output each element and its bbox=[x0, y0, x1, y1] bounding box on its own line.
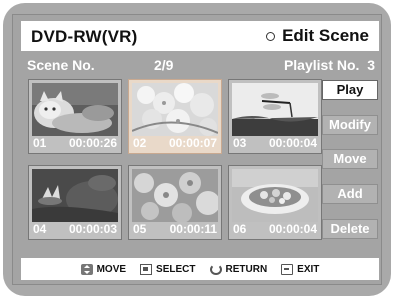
device-label: DVD-RW(VR) bbox=[31, 27, 138, 46]
thumbnail-image bbox=[32, 169, 118, 222]
scene-thumbnail[interactable]: 06 00:00:04 bbox=[228, 165, 322, 240]
exit-hint-label: EXIT bbox=[297, 263, 320, 275]
scene-thumbnail-selected[interactable]: 02 00:00:07 bbox=[128, 79, 222, 154]
scene-thumbnail[interactable]: 03 00:00:04 bbox=[228, 79, 322, 154]
scene-time: 00:00:26 bbox=[68, 136, 117, 150]
info-bar: Scene No. 2/9 Playlist No. 3 bbox=[21, 56, 379, 74]
add-button[interactable]: Add bbox=[322, 184, 378, 204]
scene-index: 02 bbox=[133, 136, 147, 150]
thumbnail-image bbox=[132, 83, 218, 136]
scene-thumbnail[interactable]: 04 00:00:03 bbox=[28, 165, 122, 240]
exit-icon bbox=[281, 263, 294, 275]
scene-thumbnail[interactable]: 05 00:00:11 bbox=[128, 165, 222, 240]
title-bar: DVD-RW(VR) Edit Scene bbox=[21, 21, 379, 51]
blossom-image bbox=[132, 83, 218, 136]
move-button[interactable]: Move bbox=[322, 149, 378, 169]
scene-index: 01 bbox=[33, 136, 47, 150]
select-hint-label: SELECT bbox=[156, 263, 196, 275]
delete-button[interactable]: Delete bbox=[322, 219, 378, 239]
thumbnail-image bbox=[32, 83, 118, 136]
move-hint: MOVE bbox=[80, 263, 127, 275]
play-button[interactable]: Play bbox=[322, 80, 378, 100]
circle-icon bbox=[266, 31, 276, 41]
scene-index: 03 bbox=[233, 136, 247, 150]
scene-index: 04 bbox=[33, 222, 47, 236]
dish-image bbox=[232, 169, 318, 222]
scene-thumbnail[interactable]: 01 00:00:26 bbox=[28, 79, 122, 154]
scene-time: 00:00:11 bbox=[169, 222, 217, 236]
modify-button[interactable]: Modify bbox=[322, 115, 378, 135]
scene-index: 06 bbox=[233, 222, 247, 236]
scene-label: Scene No. bbox=[27, 57, 95, 73]
screen-title: Edit Scene bbox=[266, 26, 369, 46]
scene-time: 00:00:07 bbox=[168, 136, 217, 150]
return-hint-label: RETURN bbox=[225, 263, 268, 275]
osd-screen: DVD-RW(VR) Edit Scene Scene No. 2/9 Play… bbox=[12, 14, 382, 285]
playlist-value: 3 bbox=[367, 57, 375, 73]
scene-index: 05 bbox=[133, 222, 147, 236]
lily-image bbox=[32, 169, 118, 222]
playlist-label: Playlist No. bbox=[283, 57, 360, 73]
flowers-image bbox=[132, 169, 218, 222]
scene-time: 00:00:04 bbox=[268, 136, 317, 150]
scene-time: 00:00:04 bbox=[268, 222, 317, 236]
enter-icon bbox=[140, 263, 153, 275]
updown-arrows-icon bbox=[80, 263, 93, 275]
exit-hint: EXIT bbox=[281, 263, 320, 275]
thumbnail-image bbox=[232, 169, 318, 222]
dragonfly-image bbox=[232, 83, 318, 136]
move-hint-label: MOVE bbox=[96, 263, 127, 275]
thumbnail-image bbox=[232, 83, 318, 136]
select-hint: SELECT bbox=[140, 263, 196, 275]
cat-image bbox=[32, 83, 118, 136]
return-icon bbox=[209, 263, 222, 275]
help-bar: MOVE SELECT RETURN EXIT bbox=[21, 258, 379, 280]
scene-time: 00:00:03 bbox=[68, 222, 117, 236]
screen-title-text: Edit Scene bbox=[282, 26, 369, 45]
playlist-number: Playlist No. 3 bbox=[284, 57, 375, 73]
return-hint: RETURN bbox=[209, 263, 268, 275]
thumbnail-image bbox=[132, 169, 218, 222]
scene-number: 2/9 bbox=[154, 57, 174, 73]
